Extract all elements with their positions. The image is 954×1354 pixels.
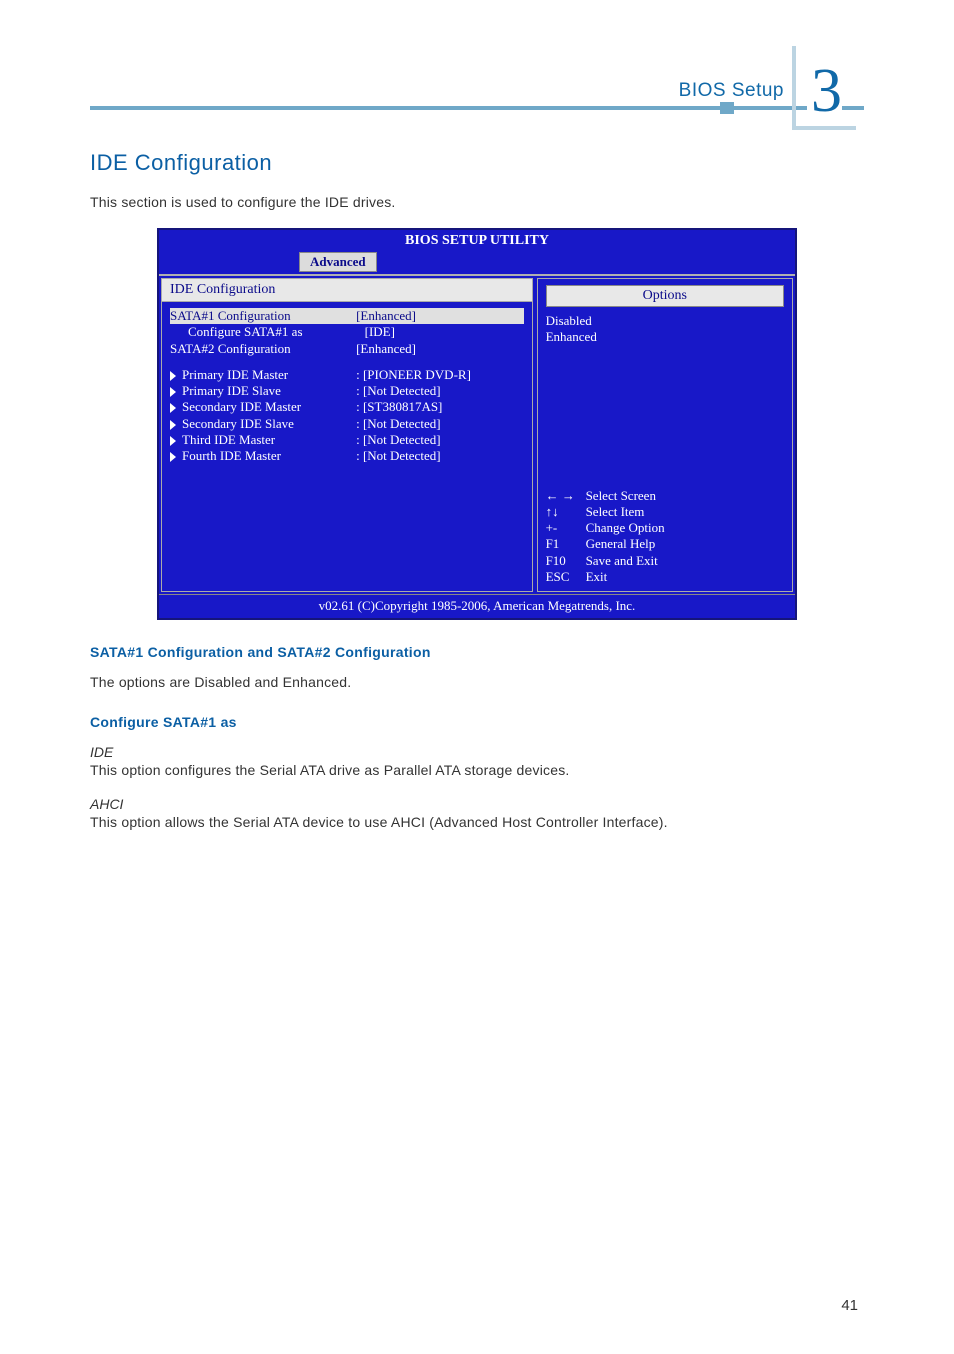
label-ahci: AHCI (90, 796, 864, 812)
bios-screenshot: BIOS SETUP UTILITY Advanced IDE Configur… (157, 228, 797, 620)
bios-footer: v02.61 (C)Copyright 1985-2006, American … (159, 594, 795, 618)
bios-row-value: : [PIONEER DVD-R] (356, 367, 523, 383)
bios-row-label: Secondary IDE Slave (170, 416, 356, 432)
bios-row-third-ide-master[interactable]: Third IDE Master : [Not Detected] (170, 432, 524, 448)
bios-row-value: [IDE] (365, 324, 524, 340)
bios-row-label: Primary IDE Master (170, 367, 356, 383)
bios-row-primary-ide-master[interactable]: Primary IDE Master : [PIONEER DVD-R] (170, 367, 524, 383)
bios-row-value: : [Not Detected] (356, 416, 523, 432)
header-rule (90, 106, 864, 110)
bios-row-secondary-ide-master[interactable]: Secondary IDE Master : [ST380817AS] (170, 399, 524, 415)
bios-row-value: : [Not Detected] (356, 448, 523, 464)
legend-desc: Save and Exit (586, 553, 784, 569)
legend-key: ESC (546, 569, 586, 585)
subheading-configure-sata1-as: Configure SATA#1 as (90, 714, 864, 730)
triangle-icon (170, 387, 176, 397)
legend-desc: Change Option (586, 520, 784, 536)
legend-desc: Exit (586, 569, 784, 585)
bios-row-label: SATA#1 Configuration (170, 308, 356, 324)
triangle-icon (170, 452, 176, 462)
triangle-icon (170, 420, 176, 430)
legend-desc: Select Item (586, 504, 784, 520)
legend-key: F1 (546, 536, 586, 552)
bios-key-legend: ← →Select Screen ↑↓Select Item +-Change … (546, 488, 784, 586)
bios-row-label: Fourth IDE Master (170, 448, 356, 464)
header-tick (720, 102, 734, 114)
bios-row-sata2-config[interactable]: SATA#2 Configuration [Enhanced] (170, 341, 524, 357)
paragraph-sata-options: The options are Disabled and Enhanced. (90, 674, 864, 690)
bios-row-label: Primary IDE Slave (170, 383, 356, 399)
bios-row-label: Third IDE Master (170, 432, 356, 448)
bios-row-label: SATA#2 Configuration (170, 341, 356, 357)
paragraph-ide-desc: This option configures the Serial ATA dr… (90, 762, 864, 778)
label-ide: IDE (90, 744, 864, 760)
triangle-icon (170, 436, 176, 446)
triangle-icon (170, 371, 176, 381)
bios-window-title: BIOS SETUP UTILITY (159, 230, 795, 252)
legend-key: ← → (546, 488, 586, 504)
bios-tab-row: Advanced (159, 252, 795, 274)
page-number: 41 (841, 1297, 858, 1314)
bios-row-primary-ide-slave[interactable]: Primary IDE Slave : [Not Detected] (170, 383, 524, 399)
page-header: BIOS Setup 3 (90, 40, 864, 110)
page-title: IDE Configuration (90, 150, 864, 176)
bios-tab-advanced[interactable]: Advanced (299, 252, 377, 272)
subheading-sata-config: SATA#1 Configuration and SATA#2 Configur… (90, 644, 864, 660)
bios-row-sata1-config[interactable]: SATA#1 Configuration [Enhanced] (170, 308, 524, 324)
bios-left-panel: IDE Configuration SATA#1 Configuration [… (161, 278, 533, 592)
legend-desc: Select Screen (586, 488, 784, 504)
bios-row-value: : [ST380817AS] (356, 399, 523, 415)
bios-row-label: Secondary IDE Master (170, 399, 356, 415)
bios-panel-heading: IDE Configuration (162, 279, 532, 302)
header-chapter-number: 3 (807, 60, 842, 122)
bios-right-panel: Options Disabled Enhanced ← →Select Scre… (537, 278, 793, 592)
bios-options-title: Options (546, 285, 784, 307)
bios-row-secondary-ide-slave[interactable]: Secondary IDE Slave : [Not Detected] (170, 416, 524, 432)
bios-option-disabled: Disabled (546, 313, 784, 329)
paragraph-ahci-desc: This option allows the Serial ATA device… (90, 814, 864, 830)
bios-row-label: Configure SATA#1 as (170, 324, 365, 340)
bios-row-fourth-ide-master[interactable]: Fourth IDE Master : [Not Detected] (170, 448, 524, 464)
header-section-label: BIOS Setup (679, 80, 784, 102)
bios-row-value: [Enhanced] (356, 308, 523, 324)
legend-key: +- (546, 520, 586, 536)
legend-desc: General Help (586, 536, 784, 552)
bios-option-enhanced: Enhanced (546, 329, 784, 345)
intro-paragraph: This section is used to configure the ID… (90, 194, 864, 210)
triangle-icon (170, 403, 176, 413)
bios-row-value: [Enhanced] (356, 341, 523, 357)
bios-row-value: : [Not Detected] (356, 383, 523, 399)
legend-key: F10 (546, 553, 586, 569)
bios-row-value: : [Not Detected] (356, 432, 523, 448)
bios-row-configure-sata1-as[interactable]: Configure SATA#1 as [IDE] (170, 324, 524, 340)
legend-key: ↑↓ (546, 504, 586, 520)
